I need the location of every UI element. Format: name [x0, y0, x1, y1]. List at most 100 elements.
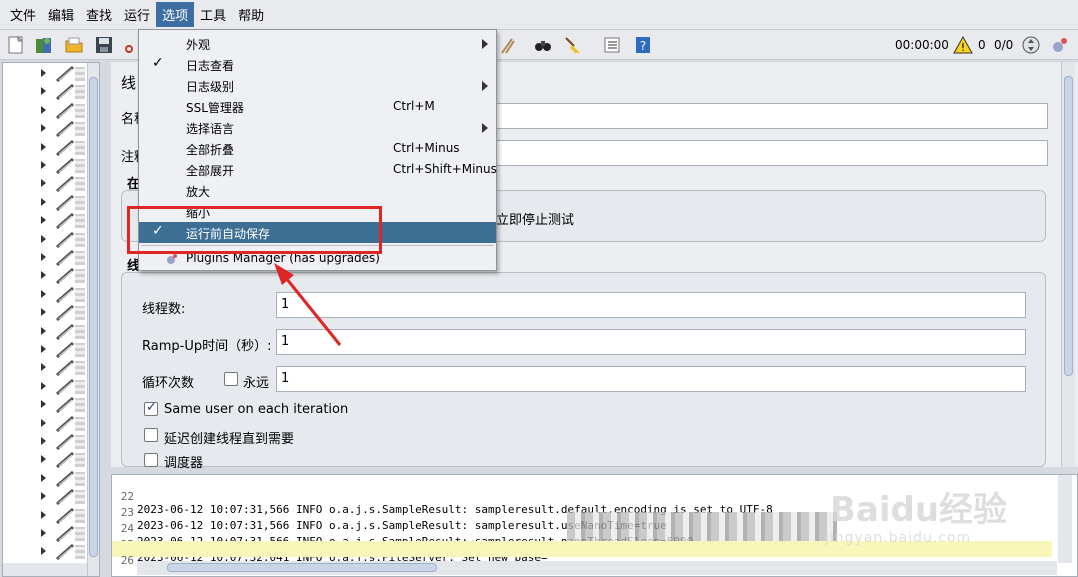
- same-user-checkbox[interactable]: [144, 400, 158, 416]
- expand-arrow-icon[interactable]: [41, 455, 46, 464]
- clear-all-icon[interactable]: [498, 35, 518, 55]
- help-icon[interactable]: ?: [633, 35, 653, 55]
- expand-arrow-icon[interactable]: [41, 179, 46, 188]
- loop-count-field[interactable]: 1: [276, 366, 1026, 392]
- name-field[interactable]: [496, 103, 1048, 129]
- warning-icon[interactable]: !: [953, 35, 973, 55]
- expand-arrow-icon[interactable]: [41, 326, 46, 335]
- menu-item-log-level[interactable]: 日志级别: [139, 75, 496, 96]
- expand-arrow-icon[interactable]: [41, 234, 46, 243]
- tree-node[interactable]: [3, 304, 87, 322]
- expand-arrow-icon[interactable]: [41, 547, 46, 556]
- menu-options[interactable]: 选项: [156, 2, 195, 27]
- plugins-icon[interactable]: [1050, 35, 1070, 55]
- menu-item-appearance[interactable]: 外观: [139, 33, 496, 54]
- expand-arrow-icon[interactable]: [41, 87, 46, 96]
- menu-item-log-viewer[interactable]: ✓ 日志查看: [139, 54, 496, 75]
- num-threads-field[interactable]: 1: [276, 292, 1026, 318]
- log-scroll-thumb[interactable]: [167, 563, 437, 572]
- expand-arrow-icon[interactable]: [41, 345, 46, 353]
- menu-tools[interactable]: 工具: [194, 2, 232, 27]
- tree-node[interactable]: [3, 543, 87, 561]
- menu-run[interactable]: 运行: [118, 2, 156, 27]
- binoculars-icon[interactable]: [533, 35, 553, 55]
- log-horizontal-scrollbar[interactable]: [137, 561, 1057, 575]
- expand-arrow-icon[interactable]: [41, 105, 46, 114]
- tree-vertical-scrollbar[interactable]: [87, 63, 99, 576]
- expand-arrow-icon[interactable]: [41, 289, 46, 298]
- menu-help[interactable]: 帮助: [232, 2, 270, 27]
- remote-icon[interactable]: [1021, 35, 1041, 55]
- expand-arrow-icon[interactable]: [41, 400, 46, 409]
- tree-node[interactable]: [3, 120, 87, 138]
- tree-node[interactable]: [3, 341, 87, 359]
- tree-node[interactable]: [3, 525, 87, 543]
- tree-node[interactable]: [3, 102, 87, 120]
- tree-node[interactable]: [3, 323, 87, 341]
- tree-node[interactable]: [3, 433, 87, 451]
- tree-node[interactable]: [3, 286, 87, 304]
- tree-node[interactable]: [3, 157, 87, 175]
- tree-node[interactable]: [3, 359, 87, 377]
- expand-arrow-icon[interactable]: [41, 437, 46, 445]
- expand-arrow-icon[interactable]: [41, 197, 46, 206]
- expand-arrow-icon[interactable]: [41, 271, 46, 280]
- pane-splitter[interactable]: [101, 62, 111, 577]
- expand-arrow-icon[interactable]: [41, 216, 46, 225]
- menu-item-zoom-in[interactable]: 放大: [139, 180, 496, 201]
- comment-field[interactable]: [496, 140, 1048, 166]
- expand-arrow-icon[interactable]: [41, 308, 46, 317]
- delay-thread-checkbox[interactable]: [144, 428, 158, 442]
- tree-node[interactable]: [3, 249, 87, 267]
- tree-node[interactable]: [3, 83, 87, 101]
- expand-arrow-icon[interactable]: [41, 492, 46, 501]
- scheduler-checkbox[interactable]: [144, 453, 158, 467]
- tree-node[interactable]: [3, 194, 87, 212]
- tree-node[interactable]: [3, 139, 87, 157]
- test-plan-tree[interactable]: [2, 62, 100, 577]
- menu-edit[interactable]: 编辑: [42, 2, 80, 27]
- expand-arrow-icon[interactable]: [41, 510, 46, 519]
- expand-arrow-icon[interactable]: [41, 253, 46, 261]
- open-folder-icon[interactable]: [64, 35, 84, 55]
- expand-arrow-icon[interactable]: [41, 473, 46, 482]
- menu-item-ssl-manager[interactable]: SSL管理器 Ctrl+M: [139, 96, 496, 117]
- tree-node[interactable]: [3, 231, 87, 249]
- tree-node[interactable]: [3, 451, 87, 469]
- tree-node[interactable]: [3, 488, 87, 506]
- function-helper-icon[interactable]: [602, 35, 622, 55]
- expand-arrow-icon[interactable]: [41, 161, 46, 169]
- expand-arrow-icon[interactable]: [41, 418, 46, 427]
- main-vertical-scrollbar[interactable]: [1061, 62, 1075, 467]
- tree-node[interactable]: [3, 415, 87, 433]
- expand-arrow-icon[interactable]: [41, 69, 46, 77]
- rampup-field[interactable]: 1: [276, 329, 1026, 355]
- forever-checkbox[interactable]: [224, 372, 238, 386]
- expand-arrow-icon[interactable]: [41, 142, 46, 151]
- menu-item-expand-all[interactable]: 全部展开 Ctrl+Shift+Minus: [139, 159, 497, 180]
- menu-search[interactable]: 查找: [80, 2, 118, 27]
- templates-icon[interactable]: [34, 35, 54, 55]
- tree-horizontal-scrollbar[interactable]: [3, 563, 87, 576]
- menu-item-collapse-all[interactable]: 全部折叠 Ctrl+Minus: [139, 138, 496, 159]
- stop-test-now-label[interactable]: 立即停止测试: [496, 209, 574, 228]
- broom-icon[interactable]: [563, 35, 583, 55]
- tree-node[interactable]: [3, 175, 87, 193]
- tree-scroll-thumb[interactable]: [89, 77, 98, 557]
- tree-node[interactable]: [3, 396, 87, 414]
- expand-arrow-icon[interactable]: [41, 381, 46, 390]
- tree-node[interactable]: [3, 212, 87, 230]
- save-icon[interactable]: [94, 35, 114, 55]
- tree-node[interactable]: [3, 378, 87, 396]
- tree-node[interactable]: [3, 470, 87, 488]
- expand-arrow-icon[interactable]: [41, 363, 46, 372]
- expand-arrow-icon[interactable]: [41, 529, 46, 537]
- new-file-icon[interactable]: [6, 35, 26, 55]
- tree-node[interactable]: [3, 507, 87, 525]
- tree-node[interactable]: [3, 267, 87, 285]
- tree-node[interactable]: [3, 65, 87, 83]
- expand-arrow-icon[interactable]: [41, 124, 46, 133]
- main-scroll-thumb[interactable]: [1064, 76, 1073, 376]
- menu-item-language[interactable]: 选择语言: [139, 117, 496, 138]
- menu-file[interactable]: 文件: [4, 2, 42, 27]
